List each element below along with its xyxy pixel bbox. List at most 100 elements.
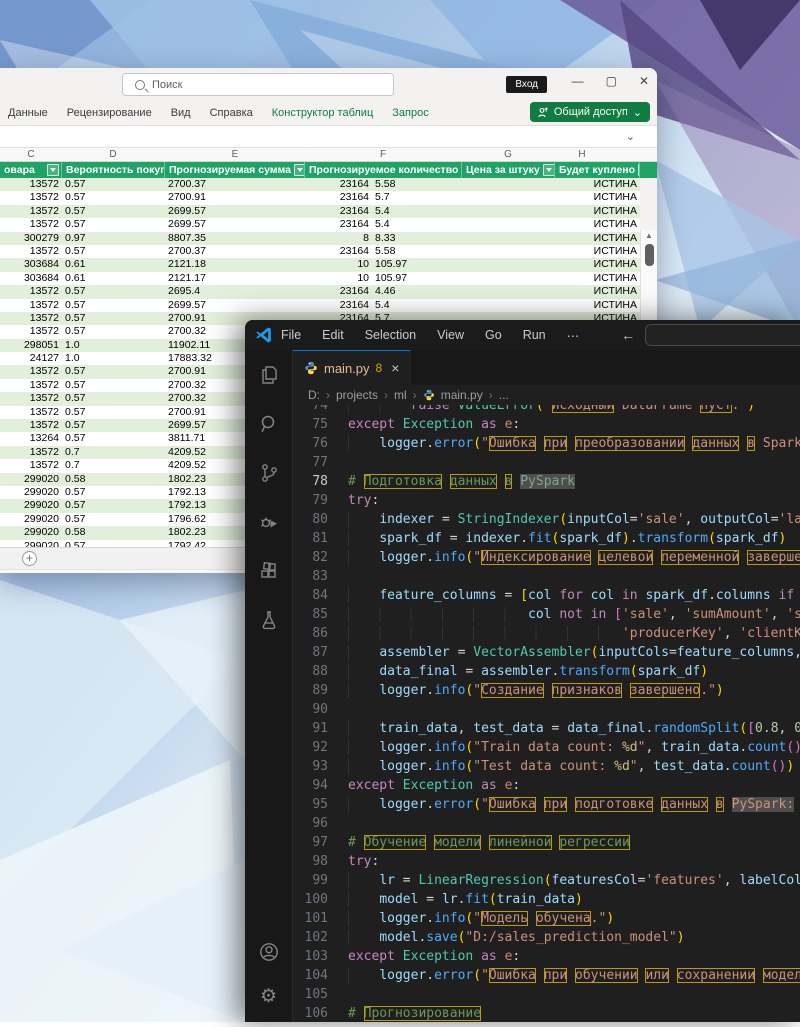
account-icon[interactable] — [258, 941, 280, 963]
table-cell[interactable]: 23164 — [305, 191, 372, 204]
table-cell[interactable]: ИСТИНА — [460, 285, 640, 298]
table-cell[interactable]: 2700.37 — [165, 245, 305, 258]
table-row[interactable]: 135720.572699.57231645.4ИСТИНА — [0, 218, 640, 231]
table-cell[interactable]: 0.57 — [62, 365, 165, 378]
table-cell[interactable]: 0.57 — [62, 218, 165, 231]
table-cell[interactable]: 13264 — [0, 432, 62, 445]
signin-button[interactable]: Вход — [506, 76, 547, 93]
table-cell[interactable]: 0.57 — [62, 499, 165, 512]
table-cell[interactable]: 2699.57 — [165, 205, 305, 218]
table-cell[interactable]: 0.57 — [62, 486, 165, 499]
tab-main-py[interactable]: main.py 8 × — [293, 350, 411, 385]
table-cell[interactable]: 2700.91 — [165, 191, 305, 204]
column-header[interactable]: Будет куплено — [555, 162, 640, 178]
table-cell[interactable]: 0.57 — [62, 432, 165, 445]
table-cell[interactable]: 4.46 — [372, 285, 460, 298]
ribbon-tab[interactable]: Конструктор таблиц — [272, 107, 373, 119]
table-cell[interactable]: 300279 — [0, 232, 62, 245]
table-cell[interactable]: 0.57 — [62, 419, 165, 432]
table-cell[interactable]: 0.57 — [62, 191, 165, 204]
table-cell[interactable]: 13572 — [0, 205, 62, 218]
table-cell[interactable]: 2699.57 — [165, 299, 305, 312]
table-cell[interactable]: 0.57 — [62, 205, 165, 218]
table-cell[interactable]: 24127 — [0, 352, 62, 365]
table-cell[interactable]: 2699.57 — [165, 218, 305, 231]
column-letter[interactable]: F — [380, 149, 386, 160]
menu-item-file[interactable]: File — [281, 328, 301, 343]
close-button[interactable]: ✕ — [639, 74, 649, 88]
scrollbar-thumb[interactable] — [645, 244, 654, 266]
table-cell[interactable]: 0.58 — [62, 526, 165, 539]
filter-button[interactable] — [47, 164, 59, 176]
table-cell[interactable]: 0.58 — [62, 473, 165, 486]
restore-button[interactable]: ▢ — [606, 74, 617, 88]
table-cell[interactable]: 0.61 — [62, 258, 165, 271]
table-cell[interactable]: 5.4 — [372, 299, 460, 312]
table-cell[interactable]: 23164 — [305, 218, 372, 231]
table-cell[interactable]: 303684 — [0, 258, 62, 271]
table-cell[interactable]: 0.7 — [62, 459, 165, 472]
table-cell[interactable]: ИСТИНА — [460, 232, 640, 245]
table-cell[interactable]: 0.57 — [62, 392, 165, 405]
table-cell[interactable]: 299020 — [0, 473, 62, 486]
filter-button[interactable] — [638, 164, 640, 176]
breadcrumb-item[interactable]: ml — [394, 388, 407, 402]
column-header[interactable]: Прогнозируемое количество — [305, 162, 462, 178]
table-cell[interactable]: 13572 — [0, 392, 62, 405]
tab-close-icon[interactable]: × — [391, 360, 399, 376]
table-cell[interactable]: 13572 — [0, 245, 62, 258]
breadcrumb-item[interactable]: ... — [499, 388, 509, 402]
scroll-up-icon[interactable]: ▲ — [641, 230, 657, 242]
table-cell[interactable]: 10 — [305, 258, 372, 271]
table-cell[interactable]: ИСТИНА — [460, 205, 640, 218]
command-center[interactable] — [645, 324, 800, 346]
table-cell[interactable]: 1.0 — [62, 352, 165, 365]
table-cell[interactable]: 13572 — [0, 446, 62, 459]
table-row[interactable]: 3036840.612121.1710105.97ИСТИНА — [0, 272, 640, 285]
table-cell[interactable]: 0.57 — [62, 540, 165, 547]
table-cell[interactable]: 5.4 — [372, 205, 460, 218]
table-cell[interactable]: 23164 — [305, 205, 372, 218]
column-letter[interactable]: D — [109, 149, 116, 160]
menu-item-view[interactable]: View — [437, 328, 464, 343]
table-cell[interactable]: 0.57 — [62, 406, 165, 419]
table-cell[interactable]: 0.97 — [62, 232, 165, 245]
filter-button[interactable] — [294, 164, 305, 176]
explorer-icon[interactable] — [258, 364, 280, 386]
menu-item-edit[interactable]: Edit — [322, 328, 344, 343]
table-row[interactable]: 3002790.978807.3588.33ИСТИНА — [0, 232, 640, 245]
table-cell[interactable]: 0.57 — [62, 312, 165, 325]
table-cell[interactable]: 0.57 — [62, 379, 165, 392]
table-cell[interactable]: 23164 — [305, 245, 372, 258]
table-cell[interactable]: 0.61 — [62, 272, 165, 285]
table-cell[interactable]: 23164 — [305, 285, 372, 298]
table-cell[interactable]: 13572 — [0, 459, 62, 472]
table-cell[interactable]: 0.57 — [62, 513, 165, 526]
menu-item-selection[interactable]: Selection — [365, 328, 416, 343]
table-row[interactable]: 135720.572700.37231645.58ИСТИНА — [0, 178, 640, 191]
table-row[interactable]: 135720.572700.37231645.58ИСТИНА — [0, 245, 640, 258]
minimize-button[interactable]: — — [572, 74, 584, 88]
table-cell[interactable]: 8 — [305, 232, 372, 245]
table-cell[interactable]: 0.57 — [62, 325, 165, 338]
table-cell[interactable]: 23164 — [305, 299, 372, 312]
table-cell[interactable]: 105.97 — [372, 258, 460, 271]
table-row[interactable]: 135720.572695.4231644.46ИСТИНА — [0, 285, 640, 298]
table-cell[interactable]: 13572 — [0, 379, 62, 392]
ribbon-tab[interactable]: Данные — [8, 107, 48, 119]
table-cell[interactable]: 0.57 — [62, 299, 165, 312]
menu-item-go[interactable]: Go — [485, 328, 502, 343]
table-cell[interactable]: 13572 — [0, 299, 62, 312]
column-header[interactable]: овара — [0, 162, 62, 178]
table-cell[interactable]: 13572 — [0, 365, 62, 378]
table-cell[interactable]: ИСТИНА — [460, 258, 640, 271]
table-cell[interactable]: 13572 — [0, 325, 62, 338]
table-cell[interactable]: 8.33 — [372, 232, 460, 245]
ribbon-tab[interactable]: Вид — [171, 107, 191, 119]
table-row[interactable]: 135720.572699.57231645.4ИСТИНА — [0, 299, 640, 312]
table-cell[interactable]: ИСТИНА — [460, 191, 640, 204]
column-header[interactable]: Вероятность покупки — [62, 162, 165, 178]
add-sheet-button[interactable]: + — [22, 551, 37, 566]
column-header[interactable]: Прогнозируемая сумма — [165, 162, 305, 178]
table-cell[interactable]: 13572 — [0, 191, 62, 204]
